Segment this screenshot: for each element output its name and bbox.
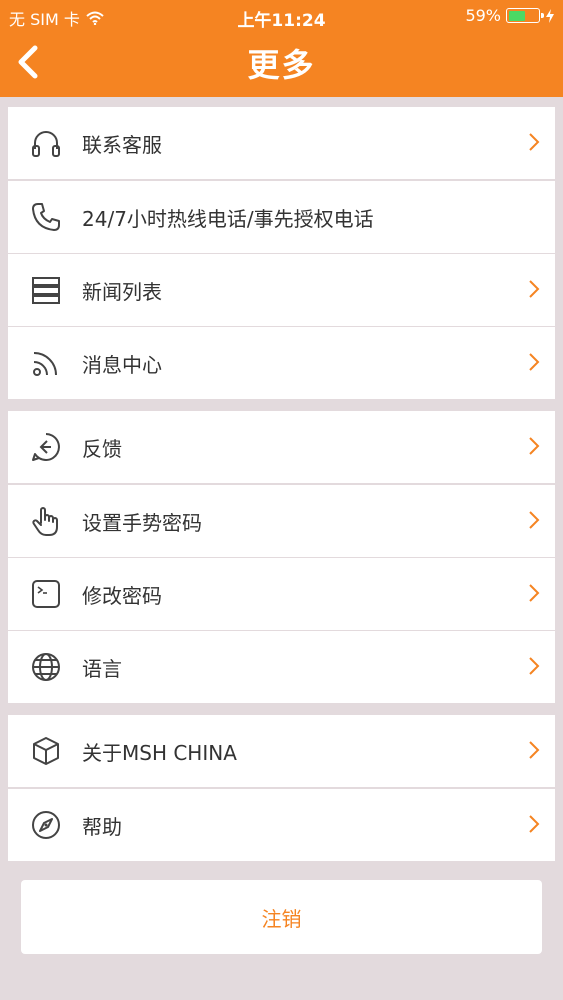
hand-pointer-icon (32, 507, 58, 536)
menu-item-label: 新闻列表 (82, 280, 162, 304)
menu-item-label: 反馈 (82, 437, 122, 461)
chevron-right-icon (529, 280, 540, 298)
logout-button[interactable]: 注销 (21, 880, 542, 954)
headset-icon (32, 131, 60, 157)
menu-item-language[interactable]: 语言 (8, 631, 555, 703)
navigation-bar: 更多 (0, 32, 563, 97)
menu-item-label: 语言 (82, 657, 122, 681)
status-right: 59% (465, 6, 555, 25)
rss-icon (33, 352, 57, 376)
chevron-right-icon (529, 437, 540, 455)
phone-icon (32, 203, 60, 231)
compass-icon (32, 811, 60, 839)
menu-item-about[interactable]: 关于MSH CHINA (8, 715, 555, 787)
menu-item-label: 设置手势密码 (82, 511, 202, 535)
menu-group-2: 反馈 设置手势密码 修改密码 语言 (8, 411, 555, 703)
menu-item-feedback[interactable]: 反馈 (8, 411, 555, 483)
menu-item-label: 24/7小时热线电话/事先授权电话 (82, 207, 374, 231)
menu-item-label: 关于MSH CHINA (82, 741, 237, 765)
terminal-icon (32, 580, 60, 608)
menu-item-gesture-password[interactable]: 设置手势密码 (8, 485, 555, 557)
chevron-right-icon (529, 133, 540, 151)
battery-fill (508, 10, 526, 21)
chevron-right-icon (529, 353, 540, 371)
menu-item-label: 联系客服 (82, 133, 162, 157)
menu-group-1: 联系客服 24/7小时热线电话/事先授权电话 新闻列表 消息中心 (8, 107, 555, 399)
cube-icon (33, 737, 59, 765)
battery-icon (506, 8, 544, 23)
chevron-right-icon (529, 511, 540, 529)
menu-item-change-password[interactable]: 修改密码 (8, 558, 555, 630)
menu-item-news-list[interactable]: 新闻列表 (8, 254, 555, 326)
menu-item-contact-service[interactable]: 联系客服 (8, 107, 555, 179)
status-bar: 无 SIM 卡 上午11:24 59% (0, 0, 563, 32)
menu-item-help[interactable]: 帮助 (8, 789, 555, 861)
menu-group-3: 关于MSH CHINA 帮助 (8, 715, 555, 861)
battery-tip (541, 13, 544, 18)
server-list-icon (32, 277, 60, 304)
chevron-right-icon (529, 584, 540, 602)
chevron-right-icon (529, 657, 540, 675)
feedback-icon (32, 433, 60, 461)
chevron-right-icon (529, 741, 540, 759)
chevron-right-icon (529, 815, 540, 833)
battery-percent: 59% (465, 6, 501, 25)
menu-item-message-center[interactable]: 消息中心 (8, 327, 555, 399)
menu-item-hotline[interactable]: 24/7小时热线电话/事先授权电话 (8, 181, 555, 253)
header: 无 SIM 卡 上午11:24 59% 更多 (0, 0, 563, 97)
menu-item-label: 消息中心 (82, 353, 162, 377)
menu-item-label: 修改密码 (82, 584, 162, 608)
page-title: 更多 (247, 46, 316, 84)
charging-bolt-icon (546, 8, 554, 23)
globe-icon (32, 653, 60, 681)
menu-item-label: 帮助 (82, 815, 122, 839)
